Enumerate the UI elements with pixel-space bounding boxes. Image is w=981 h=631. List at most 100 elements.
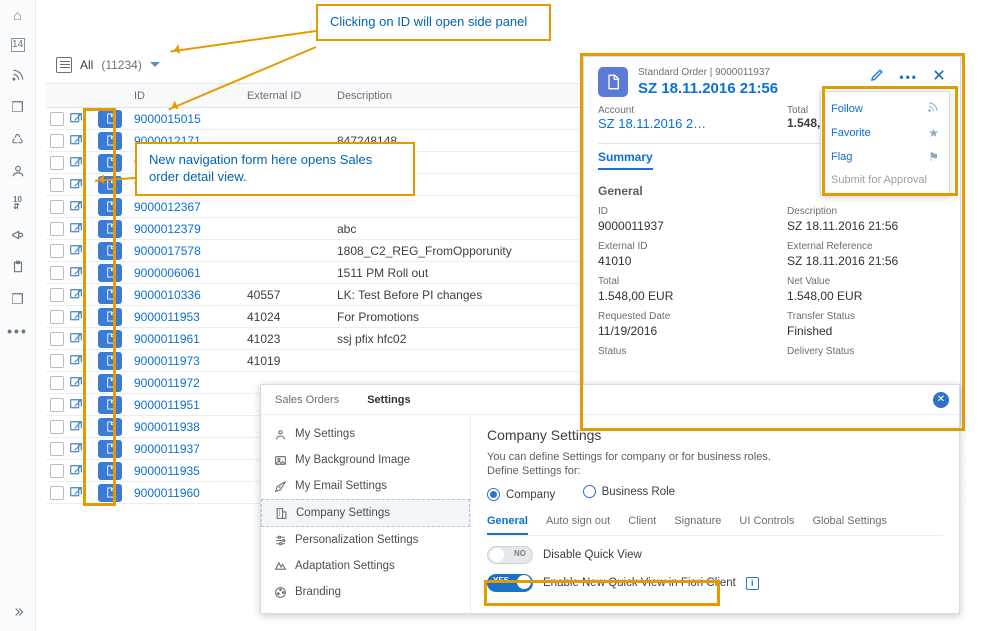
open-detail-icon[interactable] [68, 485, 98, 501]
row-checkbox[interactable] [50, 244, 64, 258]
ranking-icon[interactable]: 10⇵ [9, 194, 27, 212]
open-detail-icon[interactable] [68, 243, 98, 259]
open-detail-icon[interactable] [68, 287, 98, 303]
open-detail-icon[interactable] [68, 419, 98, 435]
edit-icon[interactable] [870, 67, 885, 86]
clone-icon[interactable]: ❐ [9, 98, 27, 116]
subtab-general[interactable]: General [487, 515, 528, 535]
row-checkbox[interactable] [50, 200, 64, 214]
row-checkbox[interactable] [50, 288, 64, 302]
close-icon[interactable] [932, 68, 946, 86]
id-link[interactable]: 9000011951 [134, 398, 200, 412]
row-checkbox[interactable] [50, 156, 64, 170]
open-detail-icon[interactable] [68, 309, 98, 325]
id-link[interactable]: 9000012367 [134, 200, 201, 214]
menu-follow[interactable]: Follow [821, 96, 949, 121]
open-detail-icon[interactable] [68, 221, 98, 237]
info-icon[interactable]: i [746, 577, 759, 590]
panel-crumb: Standard Order | 9000011937 [638, 67, 860, 78]
open-detail-icon[interactable] [68, 375, 98, 391]
settings-nav-branding[interactable]: Branding [261, 579, 470, 605]
view-selector[interactable]: All (11234) [56, 57, 160, 73]
define-settings-label: Define Settings for: [487, 465, 943, 477]
id-link[interactable]: 9000015015 [134, 112, 201, 126]
open-detail-icon[interactable] [68, 441, 98, 457]
subtab-client[interactable]: Client [628, 515, 656, 535]
open-detail-icon[interactable] [68, 199, 98, 215]
settings-nav-my-background[interactable]: My Background Image [261, 447, 470, 473]
id-link[interactable]: 9000011961 [134, 332, 200, 346]
clipboard-icon[interactable] [9, 258, 27, 276]
row-checkbox[interactable] [50, 420, 64, 434]
id-link[interactable]: 9000011937 [134, 442, 200, 456]
subtab-ui-controls[interactable]: UI Controls [739, 515, 794, 535]
menu-flag[interactable]: Flag⚑ [821, 145, 949, 169]
row-checkbox[interactable] [50, 464, 64, 478]
settings-nav-personalization[interactable]: Personalization Settings [261, 527, 470, 553]
open-detail-icon[interactable] [68, 397, 98, 413]
id-link[interactable]: 9000011935 [134, 464, 200, 478]
id-link[interactable]: 9000006061 [134, 266, 201, 280]
row-checkbox[interactable] [50, 442, 64, 456]
id-link[interactable]: 9000010336 [134, 288, 201, 302]
nav-item-label: My Background Image [295, 454, 410, 466]
home-icon[interactable]: ⌂ [9, 6, 27, 24]
more-actions-icon[interactable]: ••• [899, 70, 918, 84]
row-checkbox[interactable] [50, 354, 64, 368]
overflow-icon[interactable]: ••• [9, 322, 27, 340]
open-detail-icon[interactable] [68, 133, 98, 149]
id-link[interactable]: 9000011972 [134, 376, 200, 390]
megaphone-icon[interactable] [9, 226, 27, 244]
expand-rail-icon[interactable] [9, 603, 27, 621]
open-detail-icon[interactable] [68, 155, 98, 171]
settings-subtabs: General Auto sign out Client Signature UI Co… [487, 515, 943, 536]
settings-nav-company-settings[interactable]: Company Settings [261, 499, 470, 527]
doc-badge-icon [98, 242, 122, 260]
col-external-id[interactable]: External ID [247, 90, 337, 102]
radio-business-role[interactable]: Business Role [583, 485, 676, 498]
person-icon[interactable] [9, 162, 27, 180]
dialog-close-icon[interactable]: ✕ [933, 392, 949, 408]
toggle-enable-quickview[interactable]: YES [487, 574, 533, 592]
nav-item-label: Adaptation Settings [295, 560, 395, 572]
id-link[interactable]: 9000017578 [134, 244, 201, 258]
id-link[interactable]: 9000011953 [134, 310, 200, 324]
row-checkbox[interactable] [50, 398, 64, 412]
open-detail-icon[interactable] [68, 463, 98, 479]
row-checkbox[interactable] [50, 310, 64, 324]
clone2-icon[interactable]: ❐ [9, 290, 27, 308]
row-checkbox[interactable] [50, 112, 64, 126]
row-checkbox[interactable] [50, 134, 64, 148]
feed-icon[interactable] [9, 66, 27, 84]
id-link[interactable]: 9000011973 [134, 354, 200, 368]
row-checkbox[interactable] [50, 332, 64, 346]
subtab-signature[interactable]: Signature [674, 515, 721, 535]
account-value[interactable]: SZ 18.11.2016 2… [598, 116, 757, 131]
row-checkbox[interactable] [50, 222, 64, 236]
row-checkbox[interactable] [50, 178, 64, 192]
settings-nav-my-settings[interactable]: My Settings [261, 421, 470, 447]
settings-nav-my-email[interactable]: My Email Settings [261, 473, 470, 499]
open-detail-icon[interactable] [68, 111, 98, 127]
toggle-disable-quickview[interactable]: NO [487, 546, 533, 564]
id-link[interactable]: 9000011938 [134, 420, 200, 434]
id-link[interactable]: 9000011960 [134, 486, 200, 500]
menu-favorite[interactable]: Favorite★ [821, 121, 949, 145]
calendar-icon[interactable]: 14 [11, 38, 25, 52]
open-detail-icon[interactable] [68, 353, 98, 369]
radio-company[interactable]: Company [487, 488, 555, 501]
tab-summary[interactable]: Summary [598, 150, 653, 170]
toggle-enable-label: Enable New Quick View in Fiori Client [543, 577, 736, 589]
row-checkbox[interactable] [50, 266, 64, 280]
open-detail-icon[interactable] [68, 331, 98, 347]
id-link[interactable]: 9000012379 [134, 222, 201, 236]
recycle-icon[interactable]: ♺ [9, 130, 27, 148]
subtab-global-settings[interactable]: Global Settings [812, 515, 887, 535]
open-detail-icon[interactable] [68, 265, 98, 281]
settings-nav-adaptation[interactable]: Adaptation Settings [261, 553, 470, 579]
subtab-auto-sign-out[interactable]: Auto sign out [546, 515, 610, 535]
row-checkbox[interactable] [50, 376, 64, 390]
cell-external-id: 41024 [247, 310, 337, 324]
row-checkbox[interactable] [50, 486, 64, 500]
breadcrumb-sales-orders[interactable]: Sales Orders [261, 394, 353, 406]
